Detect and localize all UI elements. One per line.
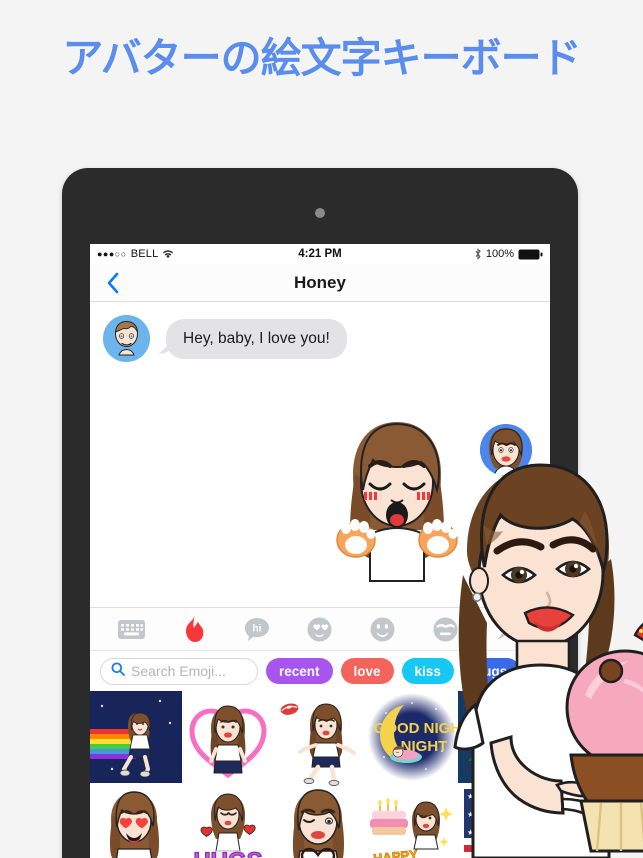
emoji-category-toolbar: hi bbox=[90, 607, 550, 651]
svg-text:★: ★ bbox=[487, 810, 494, 819]
avatar bbox=[103, 315, 150, 362]
neutral-face-icon[interactable] bbox=[429, 614, 463, 644]
tag-love[interactable]: love bbox=[340, 658, 394, 684]
svg-text:★: ★ bbox=[482, 801, 489, 810]
sticker-heart-eyes[interactable] bbox=[90, 787, 182, 858]
search-placeholder: Search Emoji... bbox=[131, 663, 226, 679]
conversation-title: Honey bbox=[294, 272, 346, 292]
clock-label: 4:21 PM bbox=[298, 248, 342, 260]
keyboard-icon[interactable] bbox=[114, 614, 148, 644]
flame-icon[interactable] bbox=[177, 614, 211, 644]
sticker-usa-flag[interactable]: ★★★ ★★★ ★★★ ★★★ ★★★ bbox=[458, 787, 550, 858]
party-popper-icon[interactable] bbox=[491, 614, 525, 644]
sticker-happy-birthday[interactable]: HAPPY BIRTHDAY bbox=[366, 787, 458, 858]
avatar bbox=[480, 424, 532, 476]
camera-dot-icon bbox=[315, 208, 325, 218]
sticker-blowing-kiss[interactable] bbox=[274, 691, 366, 787]
battery-full-icon bbox=[518, 249, 543, 260]
sticker-heart-hands[interactable] bbox=[274, 787, 366, 858]
navigation-bar: Honey bbox=[90, 264, 550, 302]
sticker-caption: GOOD NIGHT bbox=[374, 720, 458, 737]
search-input[interactable]: Search Emoji... bbox=[100, 657, 258, 685]
message-text: Hey, baby, I love you! bbox=[183, 330, 330, 347]
svg-text:★: ★ bbox=[467, 810, 474, 819]
device-screen: ●●●○○ BELL 4:21 PM 100% Honey Hey, baby,… bbox=[90, 244, 550, 858]
heart-eyes-icon[interactable] bbox=[303, 614, 337, 644]
sticker-rainbow[interactable] bbox=[90, 691, 182, 787]
svg-text:★: ★ bbox=[477, 810, 484, 819]
sticker-good-night[interactable]: GOOD NIGHT NIGHT bbox=[366, 691, 458, 787]
tag-recent[interactable]: recent bbox=[266, 658, 333, 684]
message-bubble: Hey, baby, I love you! bbox=[166, 319, 347, 359]
svg-text:hi: hi bbox=[253, 623, 262, 634]
page-title: アバターの絵文字キーボード bbox=[62, 35, 581, 81]
sticker-hugs[interactable]: HUGS bbox=[182, 787, 274, 858]
svg-text:HAPPY: HAPPY bbox=[372, 847, 418, 858]
back-chevron-icon[interactable] bbox=[106, 272, 119, 294]
svg-text:★: ★ bbox=[472, 819, 479, 828]
hi-bubble-icon[interactable]: hi bbox=[240, 614, 274, 644]
sticker-grid: GOOD NIGHT NIGHT bbox=[90, 691, 550, 858]
svg-text:★: ★ bbox=[472, 801, 479, 810]
battery-percent-label: 100% bbox=[485, 248, 514, 260]
svg-text:★: ★ bbox=[477, 828, 484, 837]
wifi-icon bbox=[162, 249, 174, 259]
message-row: Hey, baby, I love you! bbox=[90, 302, 550, 362]
svg-text:★: ★ bbox=[482, 819, 489, 828]
chat-area: Hey, baby, I love you! bbox=[90, 302, 550, 607]
status-bar: ●●●○○ BELL 4:21 PM 100% bbox=[90, 244, 550, 264]
promo-page: アバターの絵文字キーボード ●●●○○ BELL 4:21 PM 100% Ho… bbox=[0, 0, 643, 858]
smiley-icon[interactable] bbox=[366, 614, 400, 644]
bluetooth-icon bbox=[474, 248, 482, 260]
sticker-heart-outline[interactable] bbox=[182, 691, 274, 787]
sticker-caption: HUGS bbox=[193, 848, 262, 858]
tablet-device: ●●●○○ BELL 4:21 PM 100% Honey Hey, baby,… bbox=[62, 168, 578, 858]
carrier-label: BELL bbox=[130, 248, 159, 260]
svg-text:★: ★ bbox=[477, 792, 484, 801]
sticker-streetlamp[interactable] bbox=[458, 691, 550, 787]
svg-text:★: ★ bbox=[467, 828, 474, 837]
search-and-tags-row: Search Emoji... recent love kiss hugs bbox=[90, 651, 550, 691]
signal-dots-icon: ●●●○○ bbox=[97, 249, 127, 259]
search-icon bbox=[111, 662, 125, 681]
svg-text:★: ★ bbox=[467, 792, 474, 801]
tag-hugs[interactable]: hugs bbox=[461, 658, 521, 684]
sent-sticker[interactable] bbox=[308, 414, 486, 589]
svg-text:★: ★ bbox=[487, 792, 494, 801]
tag-kiss[interactable]: kiss bbox=[401, 658, 454, 684]
svg-text:★: ★ bbox=[492, 801, 499, 810]
